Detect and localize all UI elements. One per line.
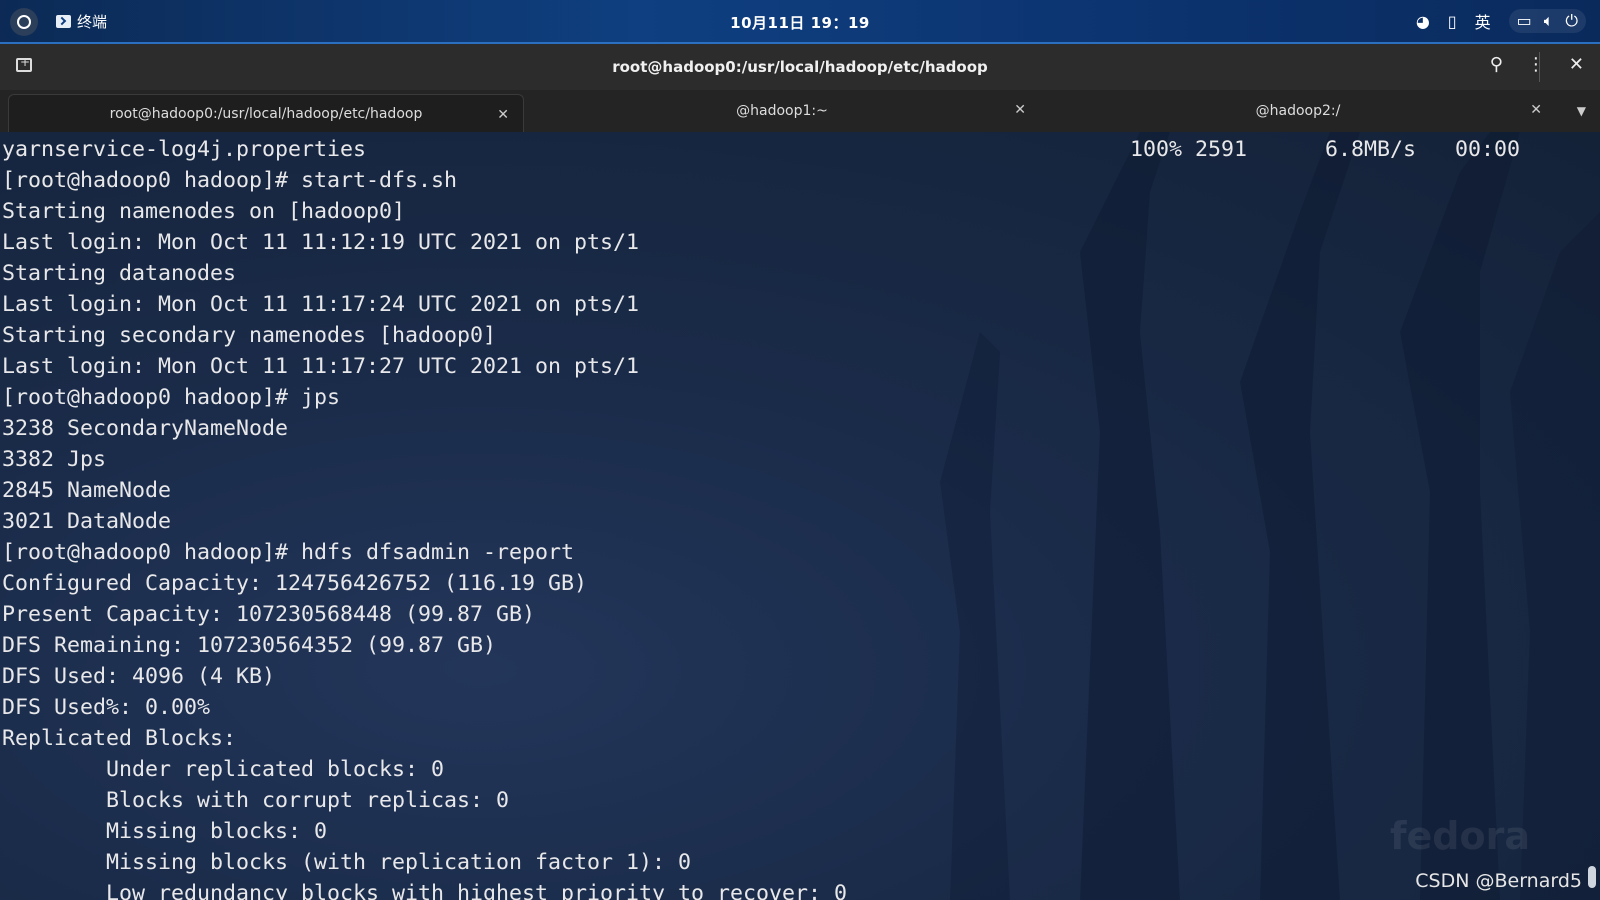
terminal-line: Blocks with corrupt replicas: 0	[2, 788, 510, 813]
scrollbar[interactable]	[1588, 132, 1596, 900]
app-menu[interactable]: 终端	[56, 11, 107, 32]
terminal-line: Starting datanodes	[2, 261, 237, 286]
system-top-bar: 终端 10月11日 19：19 ◕ ▯ 英 ▭ 🔈︎ ⏻	[0, 0, 1600, 44]
close-tab-icon[interactable]: ✕	[497, 107, 509, 123]
terminal-line: [root@hadoop0 hadoop]# hdfs dfsadmin -re…	[2, 540, 575, 565]
fedora-logo: fedora	[1390, 814, 1530, 858]
close-window-icon[interactable]: ✕	[1569, 54, 1584, 75]
activities-button[interactable]	[10, 8, 38, 36]
clock[interactable]: 10月11日 19：19	[700, 12, 900, 33]
terminal-lines: yarnservice-log4j.properties [root@hadoop…	[2, 134, 847, 900]
tray-app-icon[interactable]: ◕	[1416, 12, 1430, 31]
terminal-line: Under replicated blocks: 0	[2, 757, 445, 782]
terminal-line: DFS Used: 4096 (4 KB)	[2, 664, 276, 689]
tab-hadoop1[interactable]: @hadoop1:~ ✕	[524, 90, 1040, 132]
tab-hadoop0[interactable]: root@hadoop0:/usr/local/hadoop/etc/hadoo…	[8, 94, 524, 132]
terminal-line: Starting namenodes on [hadoop0]	[2, 199, 406, 224]
terminal-line: Missing blocks (with replication factor …	[2, 850, 692, 875]
clipboard-icon[interactable]: ▯	[1448, 12, 1457, 31]
terminal-line: 2845 NameNode	[2, 478, 172, 503]
terminal-line: DFS Remaining: 107230564352 (99.87 GB)	[2, 633, 497, 658]
terminal-line: DFS Used%: 0.00%	[2, 695, 211, 720]
terminal-line: Low redundancy blocks with highest prior…	[2, 881, 848, 900]
transfer-status: 100% 2591 6.8MB/s 00:00	[1130, 137, 1521, 162]
tab-bar: root@hadoop0:/usr/local/hadoop/etc/hadoo…	[0, 90, 1600, 132]
tab-overflow-chevron-down-icon[interactable]: ▼	[1577, 104, 1586, 118]
terminal-line: Last login: Mon Oct 11 11:17:24 UTC 2021…	[2, 292, 640, 317]
menu-kebab-icon[interactable]: ⋮	[1527, 54, 1545, 75]
terminal-line: [root@hadoop0 hadoop]# jps	[2, 385, 341, 410]
tab-label: root@hadoop0:/usr/local/hadoop/etc/hadoo…	[109, 105, 423, 122]
terminal-line: Starting secondary namenodes [hadoop0]	[2, 323, 497, 348]
terminal-output[interactable]: yarnservice-log4j.properties [root@hadoop…	[0, 132, 1600, 900]
tab-label: @hadoop2:/	[1255, 103, 1341, 119]
terminal-app-icon	[56, 15, 71, 28]
terminal-line: 3238 SecondaryNameNode	[2, 416, 289, 441]
terminal-line: yarnservice-log4j.properties	[2, 137, 367, 162]
terminal-line: 3021 DataNode	[2, 509, 172, 534]
input-method-indicator[interactable]: 英	[1475, 9, 1491, 33]
terminal-line: Present Capacity: 107230568448 (99.87 GB…	[2, 602, 536, 627]
app-menu-label: 终端	[77, 13, 108, 31]
terminal-line: [root@hadoop0 hadoop]# start-dfs.sh	[2, 168, 458, 193]
terminal-line: 3382 Jps	[2, 447, 107, 472]
window-title: root@hadoop0:/usr/local/hadoop/etc/hadoo…	[612, 58, 988, 76]
close-tab-icon[interactable]: ✕	[1530, 102, 1542, 118]
system-status-menu[interactable]: ▭ 🔈︎ ⏻	[1508, 9, 1586, 33]
scrollbar-thumb[interactable]	[1588, 866, 1596, 888]
terminal-line: Last login: Mon Oct 11 11:17:27 UTC 2021…	[2, 354, 640, 379]
close-tab-icon[interactable]: ✕	[1014, 102, 1026, 118]
terminal-line: Last login: Mon Oct 11 11:12:19 UTC 2021…	[2, 230, 640, 255]
terminal-line: Configured Capacity: 124756426752 (116.1…	[2, 571, 588, 596]
terminal-header-bar: root@hadoop0:/usr/local/hadoop/etc/hadoo…	[0, 44, 1600, 90]
tab-label: @hadoop1:~	[736, 103, 828, 119]
tab-hadoop2[interactable]: @hadoop2:/ ✕	[1040, 90, 1556, 132]
power-icon: ⏻	[1565, 11, 1578, 30]
search-icon[interactable]: ⚲	[1490, 54, 1503, 75]
system-tray: ◕ ▯ 英 ▭ 🔈︎ ⏻	[1416, 9, 1586, 33]
activities-icon	[17, 15, 31, 29]
new-tab-icon[interactable]	[16, 55, 32, 72]
terminal-line: Replicated Blocks:	[2, 726, 237, 751]
display-icon: ▭	[1516, 11, 1532, 30]
watermark: CSDN @Bernard5	[1415, 870, 1582, 892]
volume-icon: 🔈︎	[1543, 11, 1554, 30]
terminal-line: Missing blocks: 0	[2, 819, 328, 844]
